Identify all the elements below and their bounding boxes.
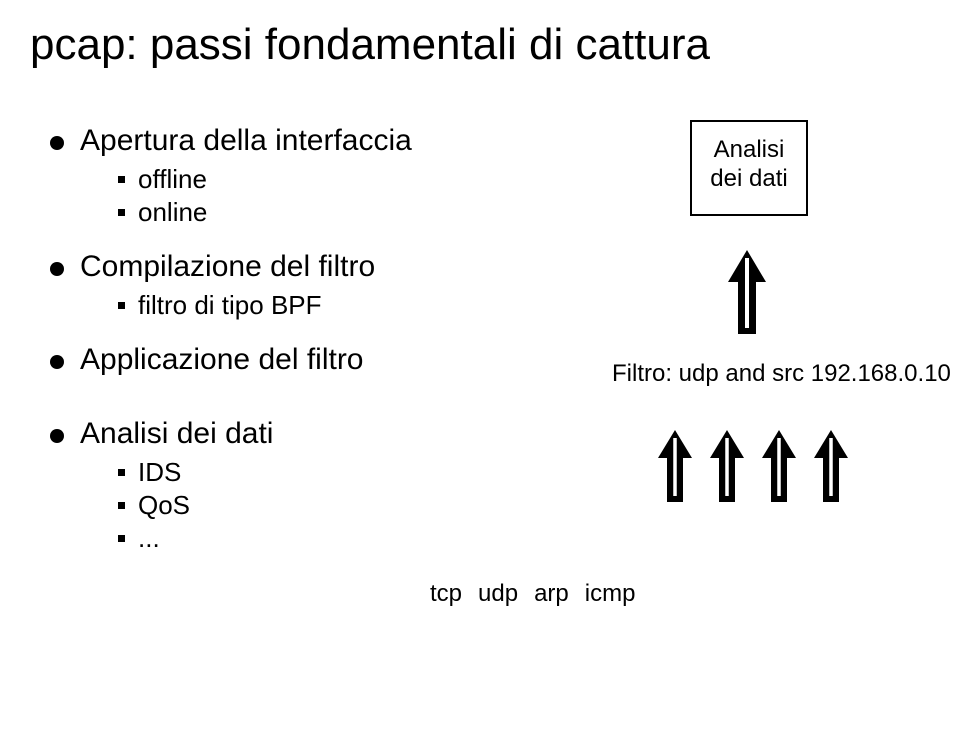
arrow-up-icon xyxy=(658,430,692,507)
proto-arp: arp xyxy=(534,580,569,608)
right-column: Analisi dei dati Filtro: udp and src 192… xyxy=(570,110,930,576)
sub-list: IDS QoS ... xyxy=(80,457,570,554)
sub-list: offline online xyxy=(80,164,570,228)
sub-bpf: filtro di tipo BPF xyxy=(118,290,570,321)
bullet-text: Apertura della interfaccia xyxy=(80,124,412,157)
sub-more: ... xyxy=(118,523,570,554)
arrow-up-icon xyxy=(728,250,766,334)
proto-icmp: icmp xyxy=(585,580,636,608)
slide-title: pcap: passi fondamentali di cattura xyxy=(30,20,930,70)
sub-offline: offline xyxy=(118,164,570,195)
bullet-list: Apertura della interfaccia offline onlin… xyxy=(30,124,570,554)
slide: pcap: passi fondamentali di cattura Aper… xyxy=(0,0,960,747)
bullet-apertura: Apertura della interfaccia offline onlin… xyxy=(50,124,570,228)
arrow-up-icon xyxy=(814,430,848,507)
proto-udp: udp xyxy=(478,580,518,608)
bullet-applicazione: Applicazione del filtro xyxy=(50,343,570,377)
bullet-text: Applicazione del filtro xyxy=(80,343,364,376)
sub-qos: QoS xyxy=(118,490,570,521)
sub-ids: IDS xyxy=(118,457,570,488)
bullet-text: Compilazione del filtro xyxy=(80,250,375,283)
bullet-analisi: Analisi dei dati IDS QoS ... xyxy=(50,417,570,554)
protocol-labels: tcp udp arp icmp xyxy=(430,580,635,608)
content-row: Apertura della interfaccia offline onlin… xyxy=(30,110,930,576)
sub-list: filtro di tipo BPF xyxy=(80,290,570,321)
left-column: Apertura della interfaccia offline onlin… xyxy=(30,110,570,576)
arrow-up-icon xyxy=(762,430,796,507)
bullet-compilazione: Compilazione del filtro filtro di tipo B… xyxy=(50,250,570,321)
bullet-text: Analisi dei dati xyxy=(80,417,273,450)
arrow-group xyxy=(658,430,848,507)
proto-tcp: tcp xyxy=(430,580,462,608)
filter-label: Filtro: udp and src 192.168.0.10 xyxy=(612,360,951,388)
arrow-up-icon xyxy=(710,430,744,507)
box-line1: Analisi xyxy=(692,136,806,165)
box-line2: dei dati xyxy=(692,165,806,194)
sub-online: online xyxy=(118,197,570,228)
analysis-box: Analisi dei dati xyxy=(690,120,808,216)
